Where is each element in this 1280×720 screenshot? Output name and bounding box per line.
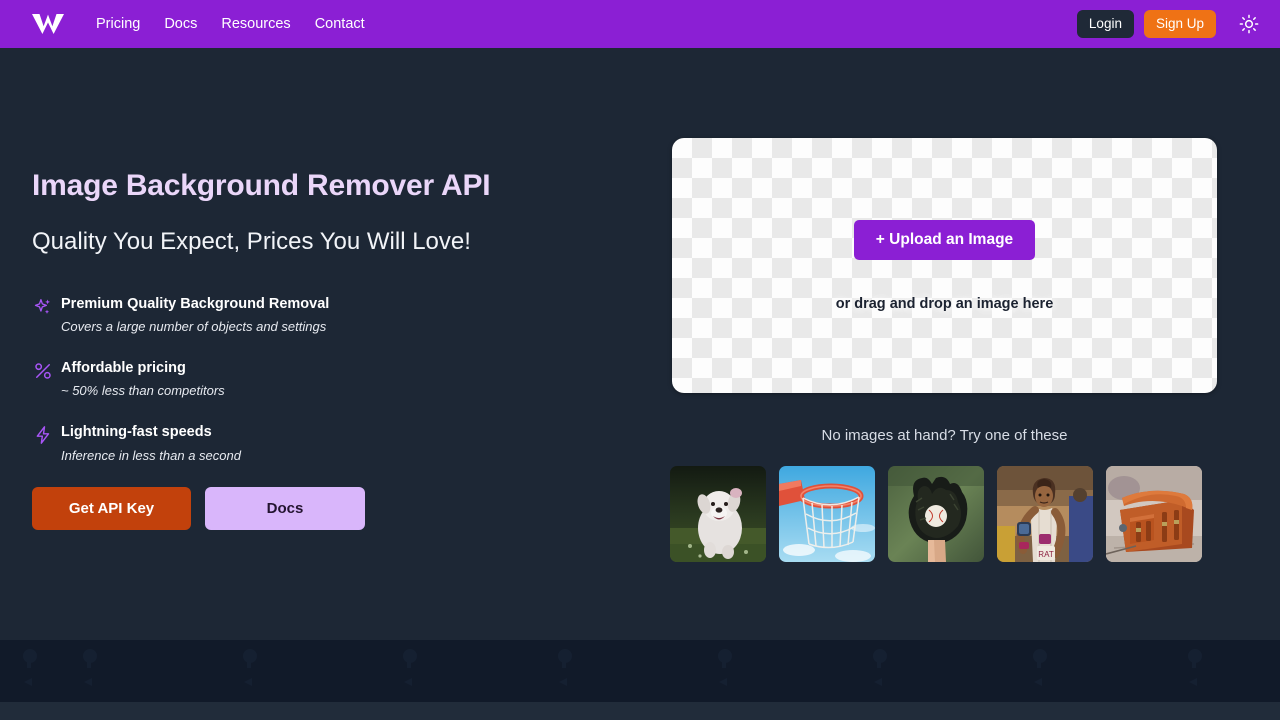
upload-image-button[interactable]: + Upload an Image bbox=[853, 219, 1036, 260]
sample-dog-thumbnail[interactable] bbox=[670, 466, 766, 562]
leather-bag-image bbox=[1106, 466, 1202, 562]
cta-row: Get API Key Docs bbox=[32, 487, 632, 531]
feature-title: Lightning-fast speeds bbox=[61, 424, 212, 441]
sample-basketball-hoop-thumbnail[interactable] bbox=[779, 466, 875, 562]
nav-link-contact[interactable]: Contact bbox=[315, 17, 365, 32]
logo[interactable] bbox=[0, 12, 96, 36]
w-logo-icon bbox=[32, 14, 64, 34]
login-button[interactable]: Login bbox=[1076, 9, 1134, 39]
feature-item-premium-quality: Premium Quality Background Removal Cover… bbox=[32, 295, 632, 336]
nav-actions: Login Sign Up bbox=[1076, 0, 1264, 48]
sample-leather-bag-thumbnail[interactable] bbox=[1106, 466, 1202, 562]
signup-button[interactable]: Sign Up bbox=[1143, 9, 1216, 39]
sparkles-icon bbox=[32, 296, 54, 318]
feature-subtitle: Inference in less than a second bbox=[61, 447, 241, 463]
top-navbar: Pricing Docs Resources Contact Login Sig… bbox=[0, 0, 1280, 48]
runner-image: RAT bbox=[997, 466, 1093, 562]
bottom-strip bbox=[0, 702, 1280, 720]
baseball-glove-image bbox=[888, 466, 984, 562]
svg-text:RAT: RAT bbox=[1038, 550, 1054, 559]
sample-thumbnail-row: RAT bbox=[670, 466, 1218, 562]
drop-hint-text: or drag and drop an image here bbox=[835, 295, 1054, 312]
footer-band bbox=[0, 640, 1280, 702]
nav-link-resources[interactable]: Resources bbox=[221, 17, 290, 32]
feature-item-affordable-pricing: Affordable pricing ~ 50% less than compe… bbox=[32, 359, 632, 400]
nav-link-pricing[interactable]: Pricing bbox=[96, 17, 140, 32]
samples-caption: No images at hand? Try one of these bbox=[821, 427, 1068, 444]
nav-links: Pricing Docs Resources Contact bbox=[96, 17, 365, 32]
feature-subtitle: ~ 50% less than competitors bbox=[61, 383, 225, 399]
feature-subtitle: Covers a large number of objects and set… bbox=[61, 319, 327, 335]
basketball-hoop-image bbox=[779, 466, 875, 562]
page-title: Image Background Remover API bbox=[32, 169, 491, 202]
feature-list: Premium Quality Background Removal Cover… bbox=[32, 295, 632, 464]
sun-icon bbox=[1239, 14, 1259, 34]
hero-left-column: Image Background Remover API Quality You… bbox=[32, 168, 632, 531]
nav-link-docs[interactable]: Docs bbox=[164, 17, 197, 32]
sample-baseball-glove-thumbnail[interactable] bbox=[888, 466, 984, 562]
feature-title: Premium Quality Background Removal bbox=[61, 295, 330, 312]
docs-button[interactable]: Docs bbox=[205, 487, 365, 531]
sample-runner-thumbnail[interactable]: RAT bbox=[997, 466, 1093, 562]
dog-image bbox=[670, 466, 766, 562]
lightning-bolt-icon bbox=[32, 424, 54, 446]
feature-title: Affordable pricing bbox=[61, 359, 186, 376]
page-subtitle: Quality You Expect, Prices You Will Love… bbox=[32, 228, 471, 255]
page-root: Pricing Docs Resources Contact Login Sig… bbox=[0, 0, 1280, 720]
feature-item-lightning-speed: Lightning-fast speeds Inference in less … bbox=[32, 423, 632, 464]
footer-pattern bbox=[23, 649, 1202, 686]
get-api-key-button[interactable]: Get API Key bbox=[32, 487, 191, 531]
image-dropzone[interactable]: + Upload an Image or drag and drop an im… bbox=[672, 138, 1217, 393]
percent-icon bbox=[32, 360, 54, 382]
theme-toggle-button[interactable] bbox=[1234, 9, 1264, 39]
